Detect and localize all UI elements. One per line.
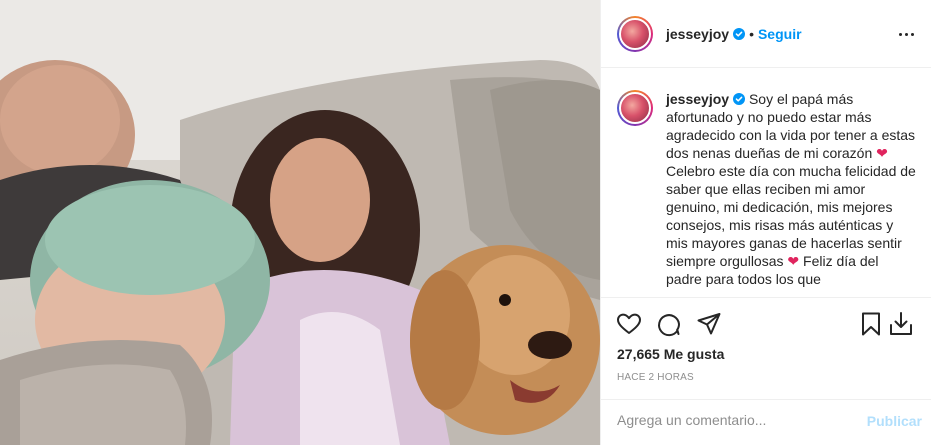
caption-username[interactable]: jesseyjoy: [666, 91, 729, 107]
photo-illustration: [0, 0, 600, 445]
heart-icon[interactable]: [615, 310, 643, 338]
post-photo[interactable]: [0, 0, 600, 445]
avatar[interactable]: [617, 15, 653, 52]
more-options-icon[interactable]: [894, 22, 918, 46]
likes-count[interactable]: 27,665 Me gusta: [617, 346, 724, 362]
verified-badge-icon: [733, 93, 746, 105]
verified-badge-icon: [733, 27, 746, 40]
comment-bar: Publicar: [601, 399, 931, 443]
avatar-image: [619, 17, 651, 50]
caption-row: jesseyjoy Soy el papá más afortunado y n…: [617, 90, 916, 288]
actions-section: 27,665 Me gusta HACE 2 HORAS Publicar: [601, 297, 931, 442]
share-icon[interactable]: [695, 310, 723, 338]
caption-area: jesseyjoy Soy el papá más afortunado y n…: [601, 68, 931, 297]
comment-input[interactable]: [617, 412, 847, 428]
separator-dot: •: [749, 25, 754, 42]
follow-button[interactable]: Seguir: [758, 26, 802, 42]
post-timestamp[interactable]: HACE 2 HORAS: [617, 372, 694, 383]
heart-emoji-icon: ❤: [787, 253, 800, 269]
avatar-image: [619, 92, 651, 124]
header-username[interactable]: jesseyjoy: [666, 26, 729, 42]
publish-button[interactable]: Publicar: [867, 413, 922, 429]
post-header: jesseyjoy • Seguir: [601, 0, 931, 68]
save-icon[interactable]: [857, 310, 885, 338]
comment-icon[interactable]: [655, 310, 683, 338]
caption-avatar[interactable]: [617, 90, 653, 126]
post-details-panel: jesseyjoy • Seguir jesseyjoy Soy el papá…: [600, 0, 931, 445]
caption-text: jesseyjoy Soy el papá más afortunado y n…: [666, 90, 916, 288]
heart-emoji-icon: ❤: [876, 145, 888, 161]
action-icons: [617, 310, 917, 338]
download-icon[interactable]: [887, 310, 915, 338]
